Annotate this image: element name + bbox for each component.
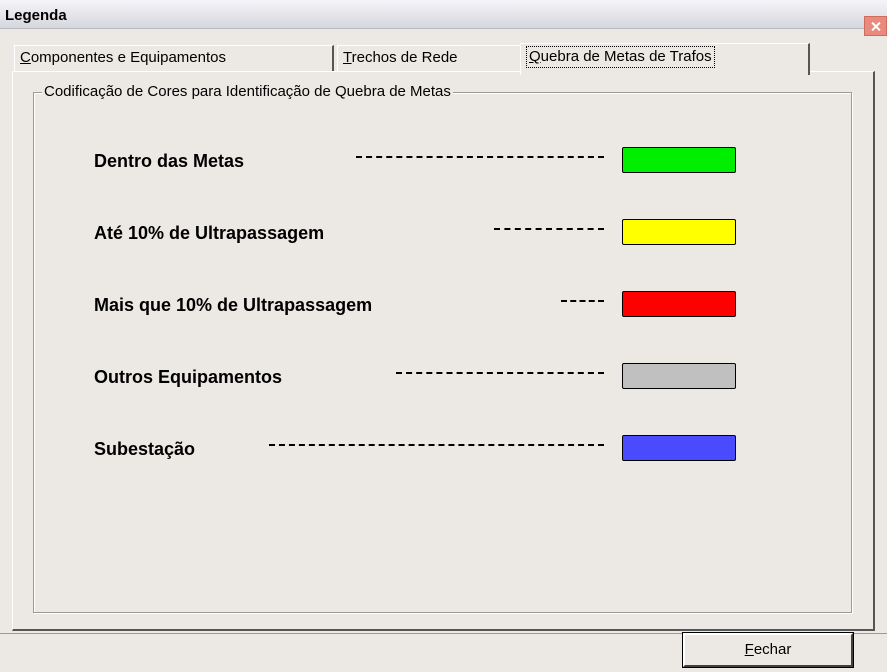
tab-label: uebra de Metas de Trafos — [540, 48, 712, 65]
tab-componentes-equipamentos[interactable]: Componentes e Equipamentos — [14, 45, 334, 71]
tab-label: rechos de Rede — [351, 49, 458, 66]
legend-label: Até 10% de Ultrapassagem — [94, 223, 325, 243]
tab-label-mnemonic: Q — [529, 48, 541, 65]
close-icon[interactable] — [864, 16, 887, 36]
tab-label-mnemonic: T — [343, 49, 352, 66]
button-mnemonic: F — [744, 641, 754, 658]
legend-label: Outros Equipamentos — [94, 367, 283, 387]
color-swatch-red — [622, 291, 736, 317]
window-title: Legenda — [5, 7, 67, 24]
legend-label: Subestação — [94, 439, 196, 459]
color-swatch-yellow — [622, 219, 736, 245]
color-swatch-green — [622, 147, 736, 173]
dashed-leader — [494, 228, 604, 230]
button-label: echar — [753, 641, 792, 658]
color-legend-groupbox: Codificação de Cores para Identificação … — [33, 83, 852, 613]
tab-quebra-de-metas-de-trafos[interactable]: Quebra de Metas de Trafos — [520, 43, 810, 75]
tab-label-mnemonic: C — [20, 49, 31, 66]
groupbox-title: Codificação de Cores para Identificação … — [42, 83, 453, 100]
legend-label: Mais que 10% de Ultrapassagem — [94, 295, 373, 315]
fechar-button[interactable]: Fechar — [682, 632, 854, 668]
dashed-leader — [269, 444, 604, 446]
legend-dialog: Legenda Componentes e Equipamentos Trech… — [0, 0, 887, 672]
dashed-leader — [396, 372, 604, 374]
tab-label: omponentes e Equipamentos — [30, 49, 226, 66]
tab-trechos-de-rede[interactable]: Trechos de Rede — [337, 45, 523, 71]
color-swatch-gray — [622, 363, 736, 389]
dashed-leader — [356, 156, 604, 158]
color-swatch-blue — [622, 435, 736, 461]
title-bar[interactable]: Legenda — [0, 0, 887, 29]
legend-label: Dentro das Metas — [94, 151, 245, 171]
tab-panel: Codificação de Cores para Identificação … — [12, 71, 875, 631]
dashed-leader — [561, 300, 604, 302]
